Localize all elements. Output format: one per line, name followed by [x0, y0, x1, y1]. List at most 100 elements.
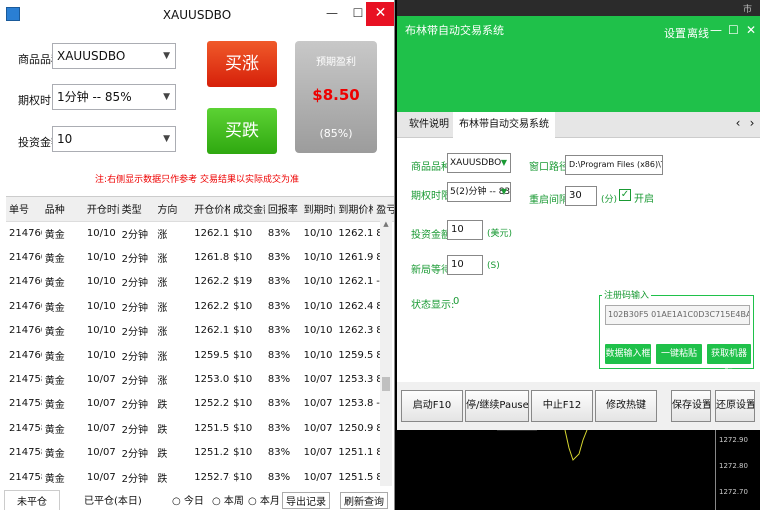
- table-row[interactable]: 2147606黄金10/10 02分钟涨1261.89$1083%10/10 0…: [6, 245, 394, 269]
- trade-window: XAUUSDBO — ☐ ✕ 商品品种: XAUUSDBO ▼ 期权时限: 1分…: [0, 0, 395, 510]
- offline-link[interactable]: 离线: [687, 25, 709, 41]
- retry-interval-input[interactable]: 30: [565, 186, 597, 206]
- table-cell: 涨: [157, 376, 168, 388]
- table-cell: $10: [233, 252, 253, 264]
- table-cell: 1250.95: [338, 422, 374, 434]
- tab-prev-icon[interactable]: ‹: [731, 116, 745, 130]
- export-button[interactable]: 导出记录: [282, 492, 330, 509]
- enable-checkbox[interactable]: ✓: [619, 189, 631, 201]
- restore-settings-button[interactable]: 还原设置: [715, 390, 755, 422]
- trades-table: 单号品种开仓时间类型方向开仓价格成交金额回报率到期时间到期价格盈亏 214760…: [6, 197, 394, 486]
- table-cell: 2分钟: [121, 327, 148, 339]
- pause-button[interactable]: 停/继续Pause/Break: [465, 390, 529, 422]
- table-row[interactable]: 2147606黄金10/10 02分钟涨1262.19$1083%10/10 0…: [6, 319, 394, 343]
- table-cell: 10/10 0: [303, 252, 336, 264]
- price-tick: 1272.80: [719, 462, 748, 470]
- hotkey-button[interactable]: 修改热键: [595, 390, 657, 422]
- table-cell: 10/10 0: [86, 276, 119, 288]
- table-row[interactable]: 2147586黄金10/07 22分钟跌1251.53$1083%10/07 2…: [6, 416, 394, 440]
- table-cell: 10/07 2: [303, 374, 336, 386]
- tab-next-icon[interactable]: ›: [745, 116, 759, 130]
- data-input-button[interactable]: 数据输入框: [605, 344, 651, 364]
- get-machine-code-button[interactable]: 获取机器码: [707, 344, 751, 379]
- column-header[interactable]: 盈亏: [373, 197, 394, 222]
- scroll-thumb[interactable]: [382, 377, 390, 391]
- period-select[interactable]: 1分钟 -- 85% ▼: [52, 84, 176, 110]
- close-button[interactable]: ✕: [366, 2, 394, 26]
- bollinger-window: 市场 布林带自动交易系统 设置 离线 — ☐ ✕ 软件说明 布林带自动交易系统 …: [397, 0, 760, 510]
- table-cell: 10/10 0: [86, 227, 119, 239]
- table-row[interactable]: 2147606黄金10/10 02分钟涨1262.27$1983%10/10 0…: [6, 270, 394, 294]
- chevron-down-icon: ▼: [500, 158, 507, 167]
- wait-unit: (S): [487, 261, 500, 271]
- table-cell: 2147606: [9, 276, 42, 288]
- maximize-button[interactable]: ☐: [728, 23, 739, 37]
- table-cell: 1262.27: [194, 276, 230, 288]
- radio-month[interactable]: ○ 本月: [248, 492, 280, 507]
- table-cell: 10/07 2: [86, 447, 119, 459]
- amount-select[interactable]: 10 ▼: [52, 126, 176, 152]
- table-cell: 2147586: [9, 398, 42, 410]
- start-button[interactable]: 启动F10: [401, 390, 463, 422]
- tab-bollinger-system[interactable]: 布林带自动交易系统: [453, 112, 555, 138]
- table-cell: 83%: [267, 325, 291, 337]
- table-cell: 1253.38: [338, 374, 374, 386]
- radio-today[interactable]: ○ 今日: [172, 492, 204, 507]
- column-header[interactable]: 到期价格: [335, 197, 374, 222]
- column-header[interactable]: 成交金额: [230, 197, 265, 222]
- enable-label: 开启: [634, 194, 654, 205]
- scroll-up-icon[interactable]: ▲: [380, 220, 392, 230]
- vertical-scrollbar[interactable]: ▲: [380, 220, 392, 486]
- column-header[interactable]: 开仓时间: [83, 197, 119, 222]
- table-cell: 1262.49: [338, 300, 374, 312]
- bottom-bar: 未平仓 已平仓(本日) ○ 今日 ○ 本周 ○ 本月 导出记录 刷新查询: [0, 490, 394, 510]
- product-select[interactable]: XAUUSDBO ▼: [52, 43, 176, 69]
- buy-up-button[interactable]: 买涨: [207, 41, 277, 87]
- chevron-down-icon: ▼: [163, 92, 170, 102]
- tab-bar: 软件说明 布林带自动交易系统 ‹ ›: [397, 112, 760, 138]
- column-header[interactable]: 品种: [41, 197, 84, 222]
- radio-week[interactable]: ○ 本周: [212, 492, 244, 507]
- column-header[interactable]: 开仓价格: [191, 197, 231, 222]
- table-cell: 涨: [157, 278, 168, 290]
- table-row[interactable]: 2147586黄金10/07 22分钟跌1251.29$1083%10/07 2…: [6, 441, 394, 465]
- table-row[interactable]: 2147586黄金10/07 22分钟涨1253.06$1083%10/07 2…: [6, 367, 394, 391]
- product-value: XAUUSDBO: [450, 158, 502, 168]
- table-row[interactable]: 2147586黄金10/07 22分钟跌1252.74$1083%10/07 2…: [6, 465, 394, 486]
- window-path-input[interactable]: D:\Program Files (x86)\Trust: [565, 155, 663, 175]
- column-header[interactable]: 回报率: [264, 197, 301, 222]
- period-select[interactable]: 5(2)分钟 -- 83% ▼: [447, 182, 511, 202]
- product-select[interactable]: XAUUSDBO ▼: [447, 153, 511, 173]
- settings-link[interactable]: 设置: [664, 25, 686, 41]
- buy-down-button[interactable]: 买跌: [207, 108, 277, 154]
- tab-open-positions[interactable]: 未平仓: [4, 490, 60, 510]
- refresh-button[interactable]: 刷新查询: [340, 492, 388, 509]
- table-row[interactable]: 2147606黄金10/10 02分钟涨1262.23$1083%10/10 0…: [6, 294, 394, 318]
- minimize-button[interactable]: —: [710, 23, 722, 37]
- stop-button[interactable]: 中止F12: [531, 390, 593, 422]
- table-cell: 2分钟: [121, 376, 148, 388]
- tab-closed-today[interactable]: 已平仓(本日): [78, 490, 148, 509]
- column-header[interactable]: 单号: [6, 197, 42, 222]
- register-code-input[interactable]: 102B30F5 01AE1A1C0D3C715E4BAFA11D06I: [605, 305, 750, 325]
- column-header[interactable]: 到期时间: [300, 197, 336, 222]
- amount-input[interactable]: 10: [447, 220, 483, 240]
- table-row[interactable]: 2147586黄金10/07 22分钟跌1252.23$1083%10/07 2…: [6, 392, 394, 416]
- retry-unit: (分): [601, 195, 618, 205]
- tab-software-info[interactable]: 软件说明: [403, 112, 455, 138]
- wait-input[interactable]: 10: [447, 255, 483, 275]
- chevron-down-icon: ▼: [500, 187, 507, 196]
- expected-profit-panel: 预期盈利 $8.50 (85%): [295, 41, 377, 153]
- table-row[interactable]: 2147607黄金10/10 02分钟涨1262.12$1083%10/10 0…: [6, 221, 394, 245]
- minimize-button[interactable]: —: [318, 2, 346, 26]
- column-header[interactable]: 类型: [118, 197, 155, 222]
- close-button[interactable]: ✕: [746, 23, 756, 37]
- paste-button[interactable]: 一键粘贴: [656, 344, 702, 364]
- save-settings-button[interactable]: 保存设置: [671, 390, 711, 422]
- column-header[interactable]: 方向: [154, 197, 192, 222]
- window-header: 布林带自动交易系统 设置 离线 — ☐ ✕: [397, 16, 760, 112]
- table-cell: 黄金: [44, 424, 65, 436]
- table-cell: 黄金: [44, 302, 65, 314]
- table-cell: 10/07 2: [86, 422, 119, 434]
- table-row[interactable]: 2147606黄金10/10 02分钟涨1259.55$1083%10/10 0…: [6, 343, 394, 367]
